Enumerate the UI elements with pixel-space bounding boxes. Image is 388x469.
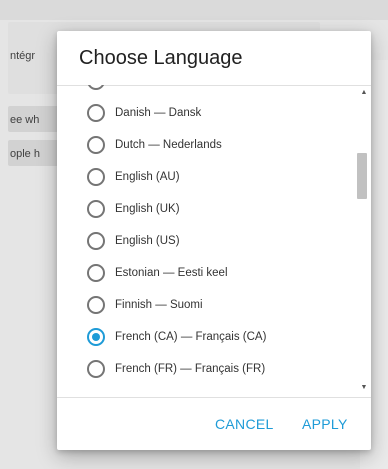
dialog-title: Choose Language [79, 47, 243, 69]
language-label: French (CA) — Français (CA) [115, 331, 267, 343]
language-label: French (FR) — Français (FR) [115, 363, 266, 375]
language-option-french-fr[interactable]: French (FR) — Français (FR) [57, 353, 357, 385]
radio-button[interactable] [87, 232, 105, 250]
radio-button[interactable] [87, 264, 105, 282]
language-label: Dutch — Nederlands [115, 139, 222, 151]
language-option-estonian[interactable]: Estonian — Eesti keel [57, 257, 357, 289]
choose-language-dialog: Choose Language Danish — Dansk Dutch — N… [57, 31, 371, 450]
language-label: Estonian — Eesti keel [115, 267, 228, 279]
radio-button[interactable] [87, 85, 105, 90]
cancel-button[interactable]: CANCEL [211, 412, 278, 436]
language-option-english-uk[interactable]: English (UK) [57, 193, 357, 225]
language-option-dutch[interactable]: Dutch — Nederlands [57, 129, 357, 161]
language-label: English (AU) [115, 171, 180, 183]
bottom-divider [57, 397, 371, 398]
language-label: English (US) [115, 235, 180, 247]
radio-button[interactable] [87, 200, 105, 218]
radio-button[interactable] [87, 104, 105, 122]
chevron-down-icon[interactable]: ▼ [359, 383, 369, 393]
radio-button-selected[interactable] [87, 328, 105, 346]
chevron-up-icon[interactable]: ▲ [359, 88, 369, 98]
radio-button[interactable] [87, 168, 105, 186]
language-option-english-us[interactable]: English (US) [57, 225, 357, 257]
apply-button[interactable]: APPLY [298, 412, 352, 436]
language-option-danish[interactable]: Danish — Dansk [57, 97, 357, 129]
language-list[interactable]: Danish — Dansk Dutch — Nederlands Englis… [57, 85, 371, 397]
radio-button[interactable] [87, 136, 105, 154]
dialog-actions: CANCEL APPLY [57, 399, 371, 450]
language-label: Finnish — Suomi [115, 299, 203, 311]
language-option-finnish[interactable]: Finnish — Suomi [57, 289, 357, 321]
language-option-french-ca[interactable]: French (CA) — Français (CA) [57, 321, 357, 353]
language-option-english-au[interactable]: English (AU) [57, 161, 357, 193]
radio-button[interactable] [87, 296, 105, 314]
language-label: English (UK) [115, 203, 180, 215]
language-label: Danish — Dansk [115, 107, 202, 119]
language-option[interactable] [57, 85, 357, 97]
list-scrollbar[interactable]: ▲ ▼ [357, 85, 371, 397]
radio-button[interactable] [87, 360, 105, 378]
scrollbar-thumb[interactable] [357, 153, 367, 199]
